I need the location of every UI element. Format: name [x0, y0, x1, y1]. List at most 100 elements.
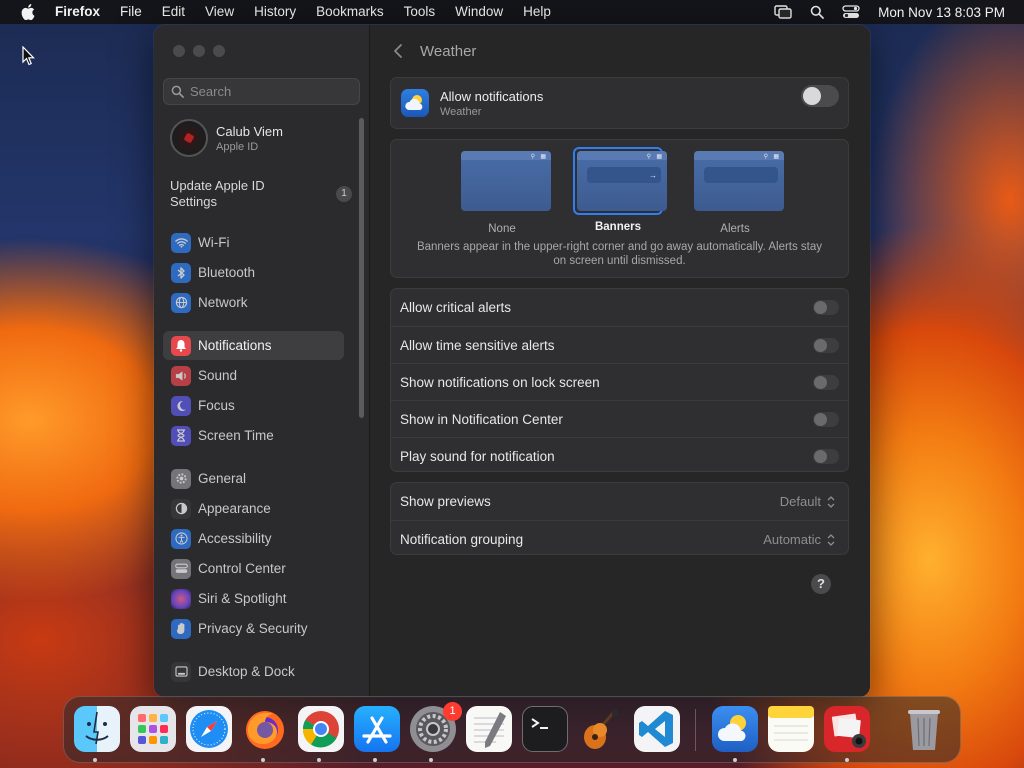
alert-style-alerts[interactable]: ⚲ ▦ Alerts: [690, 147, 784, 235]
accessibility-icon: [171, 528, 191, 549]
sidebar-item-control-center[interactable]: Control Center: [163, 554, 344, 583]
garageband-icon[interactable]: [578, 706, 624, 752]
alert-style-panel: ⚲ ▦ None ⚲ ▦ → Banners ⚲ ▦ Alerts Banner…: [390, 139, 849, 278]
settings-content: Weather Allow notifications Weather ⚲ ▦ …: [371, 25, 870, 697]
account-name: Calub Viem: [216, 123, 283, 139]
back-chevron-icon[interactable]: [392, 43, 406, 59]
notes-icon[interactable]: [768, 706, 814, 752]
sidebar-item-siri-spotlight[interactable]: Siri & Spotlight: [163, 584, 344, 613]
screen-mirroring-icon[interactable]: [773, 4, 793, 20]
sidebar-item-label: Sound: [198, 368, 238, 383]
menubar-clock[interactable]: Mon Nov 13 8:03 PM: [878, 5, 1005, 20]
sidebar-item-label: Screen Time: [198, 428, 274, 443]
menu-history[interactable]: History: [244, 0, 306, 24]
menu-bar: Firefox File Edit View History Bookmarks…: [0, 0, 1024, 24]
allow-critical-alerts-toggle[interactable]: [813, 300, 839, 315]
avatar: [170, 119, 208, 157]
system-settings-icon[interactable]: 1: [410, 702, 462, 752]
show-previews-select[interactable]: Default: [780, 494, 836, 509]
gear-icon: [171, 468, 191, 489]
textedit-icon[interactable]: [466, 706, 512, 752]
sidebar-item-label: Accessibility: [198, 531, 272, 546]
sidebar-scrollbar[interactable]: [359, 118, 364, 418]
search-input[interactable]: [190, 84, 350, 99]
safari-icon[interactable]: [186, 706, 232, 752]
play-sound-toggle[interactable]: [813, 449, 839, 464]
close-window-button[interactable]: [173, 45, 185, 57]
sidebar-item-label: Privacy & Security: [198, 621, 308, 636]
sidebar-item-notifications[interactable]: Notifications: [163, 331, 344, 360]
page-title: Weather: [420, 42, 477, 60]
notification-center-toggle[interactable]: [813, 412, 839, 427]
launchpad-icon[interactable]: [130, 706, 176, 752]
app-store-icon[interactable]: [354, 706, 400, 752]
photo-booth-running-indicator: [845, 758, 849, 762]
apple-id-account[interactable]: Calub Viem Apple ID: [170, 119, 283, 157]
terminal-icon[interactable]: [522, 706, 568, 752]
firefox-icon[interactable]: [242, 706, 288, 752]
menu-bookmarks[interactable]: Bookmarks: [306, 0, 394, 24]
sidebar-item-wifi[interactable]: Wi-Fi: [163, 228, 344, 257]
menu-help[interactable]: Help: [513, 0, 561, 24]
lock-screen-toggle[interactable]: [813, 375, 839, 390]
help-button[interactable]: ?: [811, 574, 831, 594]
sidebar-item-sound[interactable]: Sound: [163, 361, 344, 390]
trash-icon[interactable]: [904, 706, 944, 752]
sidebar: Calub Viem Apple ID Update Apple ID Sett…: [154, 25, 370, 697]
photo-booth-icon[interactable]: [824, 706, 870, 752]
allow-notifications-toggle[interactable]: [801, 85, 839, 107]
notification-grouping-select[interactable]: Automatic: [763, 532, 836, 547]
spotlight-search-icon[interactable]: [807, 4, 827, 20]
chrome-icon[interactable]: [298, 706, 344, 752]
sidebar-item-screen-time[interactable]: Screen Time: [163, 421, 344, 450]
sidebar-item-label: Bluetooth: [198, 265, 256, 280]
notification-center-row: Show in Notification Center: [391, 400, 848, 437]
sidebar-item-desktop-dock[interactable]: Desktop & Dock: [163, 657, 344, 686]
moon-icon: [171, 395, 191, 416]
dock-separator: [695, 709, 696, 751]
menu-file[interactable]: File: [110, 0, 152, 24]
finder-icon[interactable]: [74, 706, 120, 752]
speaker-icon: [171, 365, 191, 386]
lock-screen-row: Show notifications on lock screen: [391, 363, 848, 400]
sidebar-item-accessibility[interactable]: Accessibility: [163, 524, 344, 553]
alert-style-banners[interactable]: ⚲ ▦ → Banners: [573, 147, 667, 233]
zoom-window-button[interactable]: [213, 45, 225, 57]
up-down-chevron-icon: [827, 495, 835, 508]
apple-menu-icon[interactable]: [17, 0, 39, 24]
system-settings-badge: 1: [443, 702, 462, 721]
vscode-icon[interactable]: [634, 706, 680, 752]
sidebar-search[interactable]: [163, 78, 360, 105]
sidebar-item-label: Appearance: [198, 501, 271, 516]
row-label: Show previews: [400, 494, 491, 509]
update-apple-id-label: Update Apple ID Settings: [170, 178, 265, 209]
menu-app-firefox[interactable]: Firefox: [39, 0, 110, 24]
alert-style-none[interactable]: ⚲ ▦ None: [457, 147, 551, 235]
sidebar-item-appearance[interactable]: Appearance: [163, 494, 344, 523]
menu-view[interactable]: View: [195, 0, 244, 24]
menu-window[interactable]: Window: [445, 0, 513, 24]
sidebar-item-general[interactable]: General: [163, 464, 344, 493]
menu-tools[interactable]: Tools: [394, 0, 446, 24]
sidebar-item-focus[interactable]: Focus: [163, 391, 344, 420]
update-apple-id-item[interactable]: Update Apple ID Settings 1: [170, 178, 352, 210]
sidebar-item-label: Desktop & Dock: [198, 664, 295, 679]
minimize-window-button[interactable]: [193, 45, 205, 57]
menu-edit[interactable]: Edit: [152, 0, 195, 24]
alert-style-label: Banners: [594, 221, 642, 233]
control-center-icon[interactable]: [841, 4, 861, 20]
notification-grouping-row: Notification grouping Automatic: [391, 520, 848, 557]
finder-running-indicator: [93, 758, 97, 762]
sidebar-item-label: Notifications: [198, 338, 272, 353]
time-sensitive-alerts-toggle[interactable]: [813, 338, 839, 353]
window-controls: [173, 45, 225, 57]
row-label: Play sound for notification: [400, 448, 555, 464]
play-sound-row: Play sound for notification: [391, 437, 848, 474]
weather-icon[interactable]: [712, 706, 758, 752]
sidebar-item-privacy-security[interactable]: Privacy & Security: [163, 614, 344, 643]
hand-icon: [171, 618, 191, 639]
dock-icon: [171, 661, 191, 682]
sidebar-item-network[interactable]: Network: [163, 288, 344, 317]
hourglass-icon: [171, 425, 191, 446]
sidebar-item-bluetooth[interactable]: Bluetooth: [163, 258, 344, 287]
